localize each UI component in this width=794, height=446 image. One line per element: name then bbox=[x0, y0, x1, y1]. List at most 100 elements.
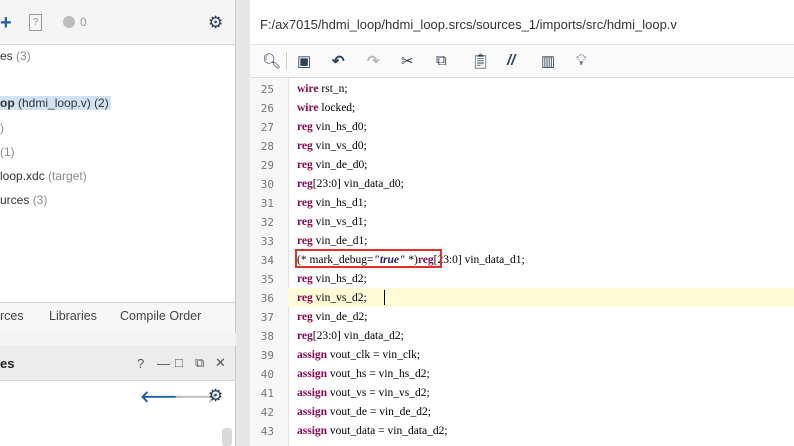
tree-item-hdmi-loop[interactable]: op (hdmi_loop.v) (2) bbox=[0, 94, 111, 113]
line-number: 31 bbox=[260, 197, 274, 210]
tab-libraries[interactable]: Libraries bbox=[49, 309, 97, 323]
code-keyword: wire bbox=[297, 102, 319, 114]
document-help-icon[interactable]: ? bbox=[29, 14, 42, 31]
code-keyword: reg bbox=[297, 273, 313, 285]
gear-icon[interactable]: ⚙ bbox=[208, 13, 223, 33]
undo-icon[interactable]: ↶ bbox=[332, 52, 345, 70]
comment-icon[interactable]: // bbox=[507, 52, 515, 69]
code-text: vout_data = vin_data_d2; bbox=[327, 425, 448, 437]
code-line[interactable]: reg[23:0] vin_data_d2; bbox=[297, 327, 404, 346]
tab-sources[interactable]: rces bbox=[0, 309, 24, 323]
code-keyword: assign bbox=[297, 387, 328, 399]
code-text: vin_hs_d2; bbox=[312, 273, 367, 285]
file-path-bar: F:/ax7015/hdmi_loop/hdmi_loop.srcs/sourc… bbox=[250, 0, 794, 45]
code-line[interactable]: reg vin_vs_d1; bbox=[297, 213, 367, 232]
code-line[interactable]: wire locked; bbox=[297, 99, 355, 118]
code-line[interactable]: assign vout_de = vin_de_d2; bbox=[297, 403, 431, 422]
file-path: F:/ax7015/hdmi_loop/hdmi_loop.srcs/sourc… bbox=[260, 17, 677, 32]
code-line[interactable]: assign vout_hs = vin_hs_d2; bbox=[297, 365, 430, 384]
line-number: 33 bbox=[260, 235, 274, 248]
tree-item-4[interactable]: (1) bbox=[0, 143, 15, 162]
tree-item-label: ) bbox=[0, 121, 4, 135]
tree-item-3[interactable]: ) bbox=[0, 119, 4, 138]
line-number: 37 bbox=[260, 311, 274, 324]
code-line[interactable]: assign vout_vs = vin_vs_d2; bbox=[297, 384, 430, 403]
code-line[interactable]: reg vin_hs_d1; bbox=[297, 194, 367, 213]
save-icon[interactable]: ▣ bbox=[297, 52, 311, 70]
sources-toolbar: + ? 0 ⚙ bbox=[0, 0, 235, 45]
columns-icon[interactable]: ▥ bbox=[541, 52, 555, 70]
tree-item-sim-sources[interactable]: urces (3) bbox=[0, 191, 47, 210]
line-number: 32 bbox=[260, 216, 274, 229]
code-text: vout_de = vin_de_d2; bbox=[327, 406, 431, 418]
paste-icon[interactable]: 📋︎ bbox=[471, 52, 490, 70]
tab-compile-order[interactable]: Compile Order bbox=[120, 309, 201, 323]
code-text: vin_de_d0; bbox=[312, 159, 368, 171]
code-line[interactable]: reg vin_hs_d0; bbox=[297, 118, 367, 137]
line-number: 42 bbox=[260, 406, 274, 419]
search-icon[interactable]: 🔍︎ bbox=[262, 52, 281, 70]
tree-item-xdc[interactable]: loop.xdc (target) bbox=[0, 167, 87, 186]
tree-item-count: (1) bbox=[0, 145, 15, 159]
copy-icon[interactable]: ⧉ bbox=[436, 52, 447, 69]
panel-divider[interactable] bbox=[236, 0, 250, 446]
line-number: 43 bbox=[260, 425, 274, 438]
vertical-scrollbar[interactable] bbox=[222, 428, 232, 446]
code-keyword: reg bbox=[297, 159, 313, 171]
code-keyword: reg bbox=[297, 178, 313, 190]
tree-item-tag: (target) bbox=[48, 169, 87, 183]
code-text: [23:0] vin_data_d1; bbox=[433, 254, 525, 266]
float-icon[interactable]: ⧉ bbox=[195, 355, 204, 371]
code-keyword: reg bbox=[297, 140, 313, 152]
gear-icon[interactable]: ⚙ bbox=[208, 386, 223, 406]
code-text: vin_de_d1; bbox=[312, 235, 368, 247]
code-line[interactable]: reg[23:0] vin_data_d0; bbox=[297, 175, 404, 194]
help-icon[interactable]: ? bbox=[137, 356, 144, 371]
tree-item-count: (3) bbox=[16, 49, 31, 63]
restore-icon[interactable]: □ bbox=[175, 355, 183, 370]
lightbulb-icon[interactable]: 💡︎ bbox=[576, 52, 587, 69]
redo-icon[interactable]: ↷ bbox=[367, 52, 380, 70]
code-keyword: assign bbox=[297, 368, 328, 380]
code-line[interactable]: reg vin_de_d0; bbox=[297, 156, 367, 175]
code-text: [23:0] vin_data_d0; bbox=[312, 178, 404, 190]
code-keyword: assign bbox=[297, 406, 328, 418]
tree-item-label: op bbox=[0, 96, 15, 110]
cut-icon[interactable]: ✂ bbox=[401, 52, 414, 70]
minimize-icon[interactable]: — bbox=[157, 356, 170, 371]
line-number: 25 bbox=[260, 83, 274, 96]
code-line[interactable]: assign vout_data = vin_data_d2; bbox=[297, 422, 448, 441]
tree-item-sources[interactable]: es (3) bbox=[0, 47, 31, 66]
close-icon[interactable]: ✕ bbox=[215, 355, 226, 371]
badge-count: 0 bbox=[80, 15, 87, 29]
status-dot-icon bbox=[63, 16, 75, 28]
code-text: vin_hs_d0; bbox=[312, 121, 367, 133]
code-keyword: wire bbox=[297, 83, 319, 95]
line-number: 35 bbox=[260, 273, 274, 286]
line-number: 41 bbox=[260, 387, 274, 400]
code-keyword: reg bbox=[297, 235, 313, 247]
code-keyword: reg bbox=[297, 311, 313, 323]
code-line[interactable]: assign vout_clk = vin_clk; bbox=[297, 346, 420, 365]
annotation-highlight-box bbox=[295, 249, 442, 268]
properties-header: es ? — □ ⧉ ✕ bbox=[0, 346, 235, 381]
code-line[interactable]: reg vin_vs_d2; bbox=[297, 289, 367, 308]
code-text: vout_vs = vin_vs_d2; bbox=[327, 387, 430, 399]
add-sources-icon[interactable]: + bbox=[0, 12, 12, 35]
line-number: 29 bbox=[260, 159, 274, 172]
tree-item-count: (3) bbox=[32, 193, 48, 207]
line-number: 40 bbox=[260, 368, 274, 381]
tree-item-file: (hdmi_loop.v) bbox=[18, 96, 91, 110]
line-number: 36 bbox=[260, 292, 274, 305]
code-line[interactable]: reg vin_vs_d0; bbox=[297, 137, 367, 156]
code-line[interactable]: wire rst_n; bbox=[297, 80, 348, 99]
code-text: vin_vs_d1; bbox=[312, 216, 367, 228]
code-keyword: reg bbox=[297, 121, 313, 133]
line-number: 26 bbox=[260, 102, 274, 115]
code-text: rst_n; bbox=[318, 83, 348, 95]
code-text: vin_hs_d1; bbox=[312, 197, 367, 209]
editor-toolbar: 🔍︎ ▣ ↶ ↷ ✂ ⧉ 📋︎ // ▥ 💡︎ bbox=[250, 45, 794, 78]
code-line[interactable]: reg vin_de_d2; bbox=[297, 308, 367, 327]
code-text: vout_clk = vin_clk; bbox=[327, 349, 421, 361]
code-line[interactable]: reg vin_hs_d2; bbox=[297, 270, 367, 289]
